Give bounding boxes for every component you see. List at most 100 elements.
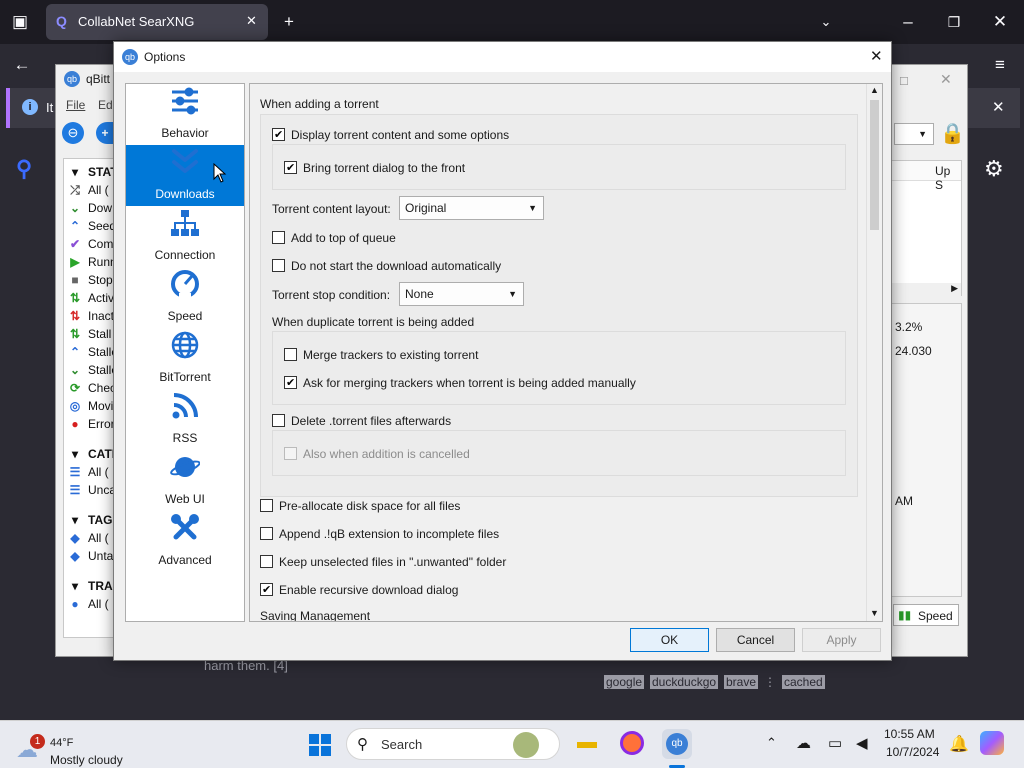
column-header-up-speed[interactable]: Up S [935,164,961,192]
search-highlight-icon [513,732,539,758]
tray-overflow-icon[interactable]: ⌃ [766,735,777,751]
status-filter-item[interactable]: ⤮ All ( [68,183,108,198]
minimize-icon[interactable]: – [898,12,918,32]
search-icon: ⚲ [357,736,368,753]
no-start-checkbox[interactable] [272,259,285,272]
category-speed[interactable]: Speed [126,267,244,328]
category-webui[interactable]: Web UI [126,450,244,511]
qbt-menu-file[interactable]: File [66,98,85,112]
category-advanced[interactable]: Advanced [126,511,244,572]
append-extension-checkbox[interactable] [260,527,273,540]
copilot-icon[interactable] [980,731,1004,755]
new-tab-icon[interactable]: + [279,12,299,32]
recursive-dialog-checkbox[interactable] [260,581,273,599]
status-filter-item[interactable]: ◎ Movi [68,399,114,413]
qbittorrent-taskbar-button[interactable]: qb [662,729,692,759]
status-filter-item[interactable]: ⌃ Stalle [68,345,118,359]
preallocate-checkbox[interactable] [260,499,273,512]
qbt-filter-dropdown[interactable]: ▼ [894,123,934,145]
category-connection[interactable]: Connection [126,206,244,267]
cancel-button[interactable]: Cancel [716,628,795,652]
settings-gear-icon[interactable]: ⚙ [984,156,1004,182]
engine-brave[interactable]: brave [724,675,759,689]
display-icon[interactable]: ▭ [828,734,842,752]
merge-trackers-checkbox[interactable] [284,348,297,361]
tab-overview-icon[interactable]: ▣ [10,12,30,32]
content-layout-dropdown[interactable]: Original ▼ [399,196,544,220]
delete-files-checkbox[interactable] [272,414,285,427]
append-extension-label: Append .!qB extension to incomplete file… [279,527,500,541]
tab-close-icon[interactable]: ✕ [246,13,257,29]
status-filter-item[interactable]: ⇅ Stall [68,327,111,341]
keep-unwanted-label: Keep unselected files in ".unwanted" fol… [279,555,507,569]
options-dialog: qb Options ✕ Behavior Downloads Connecti… [113,41,892,661]
scroll-up-icon[interactable]: ▲ [870,85,879,95]
network-offline-icon[interactable]: ☁ [796,734,811,752]
window-close-icon[interactable]: ✕ [990,12,1010,32]
status-filter-item[interactable]: ■ Stop [68,273,112,287]
scrollbar-thumb[interactable] [870,100,879,230]
status-filter-item[interactable]: ⇅ Inact [68,309,114,323]
browser-tab[interactable]: Q CollabNet SearXNG ✕ [46,4,268,40]
status-icon: ◆ [70,531,80,545]
hscroll-right-icon[interactable]: ▶ [891,283,961,297]
tag-filter-item[interactable]: ◆ All ( [68,531,108,545]
keep-unwanted-checkbox[interactable] [260,555,273,568]
clock-date[interactable]: 10/7/2024 [886,745,939,759]
torrent-row[interactable] [891,199,961,279]
tag-filter-item[interactable]: ◆ Unta [68,549,113,563]
status-filter-item[interactable]: ⌄ Stalle [68,363,118,377]
taskbar-search-box[interactable]: ⚲ Search [346,728,560,760]
ok-button[interactable]: OK [630,628,709,652]
collapse-triangle-icon: ▾ [71,165,79,179]
status-filter-item[interactable]: ⌄ Dow [68,201,112,215]
status-filter-item[interactable]: ✔ Com [68,237,113,251]
category-bittorrent[interactable]: BitTorrent [126,328,244,389]
notification-bell-icon[interactable]: 🔔 [949,734,969,754]
ask-merge-checkbox[interactable] [284,374,297,392]
engine-duckduckgo[interactable]: duckduckgo [650,675,719,689]
qbt-lock-icon[interactable]: 🔒 [940,121,965,146]
qbt-add-link-icon[interactable]: ⊖ [62,122,84,144]
scroll-down-icon[interactable]: ▼ [870,608,879,618]
apply-button[interactable]: Apply [802,628,881,652]
dialog-close-icon[interactable]: ✕ [870,47,883,65]
top-queue-checkbox[interactable] [272,231,285,244]
category-filter-item[interactable]: ☰ All ( [68,465,109,479]
qbt-add-torrent-icon[interactable]: + [96,122,114,144]
status-filter-item[interactable]: ⟳ Chec [68,381,116,395]
category-label: RSS [172,431,198,445]
menu-icon[interactable]: ≡ [990,55,1010,75]
qbt-maximize-icon[interactable]: ☐ [899,75,909,88]
firefox-icon[interactable] [620,731,644,755]
restore-icon[interactable]: ❐ [944,12,964,32]
display-content-checkbox[interactable] [272,126,285,144]
status-filter-item[interactable]: ⇅ Activ [68,291,114,305]
tab-list-chevron-icon[interactable]: ⌄ [816,12,836,32]
content-scrollbar[interactable]: ▲ ▼ [866,84,882,621]
windows-start-icon[interactable] [308,733,332,757]
bring-front-checkbox[interactable] [284,159,297,177]
search-icon[interactable]: ⚲ [16,156,32,182]
stop-condition-dropdown[interactable]: None ▼ [399,282,524,306]
volume-icon[interactable]: ◀ [856,734,868,752]
engine-google[interactable]: google [604,675,645,689]
status-filter-item[interactable]: ⌃ Seed [68,219,116,233]
file-explorer-icon[interactable]: ▬ [577,731,603,755]
status-filter-item[interactable]: ▶ Runn [68,255,116,269]
notification-close-icon[interactable]: ✕ [992,98,1005,116]
tracker-filter-item[interactable]: ● All ( [68,597,108,611]
category-filter-item[interactable]: ☰ Unca [68,483,116,497]
category-rss[interactable]: RSS [126,389,244,450]
category-behavior[interactable]: Behavior [126,84,244,145]
back-icon[interactable]: ← [12,55,32,75]
status-filter-item[interactable]: ● Error [68,417,114,431]
engine-cached[interactable]: cached [782,675,825,689]
speed-chart-icon: ▮▮ [898,608,912,622]
clock-time[interactable]: 10:55 AM [884,727,935,741]
bring-front-label: Bring torrent dialog to the front [303,161,466,175]
status-icon: ● [71,417,79,431]
speed-tab[interactable]: ▮▮ Speed [893,604,959,626]
weather-widget[interactable]: ☁ 1 44°F Mostly cloudy [14,729,124,767]
qbt-close-icon[interactable]: ✕ [940,71,952,88]
